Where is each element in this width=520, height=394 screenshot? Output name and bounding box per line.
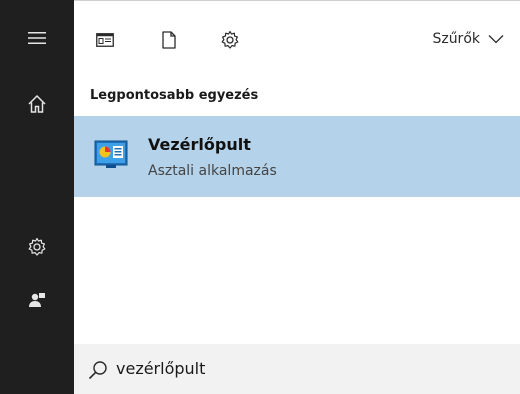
filter-toolbar: Szűrők (74, 0, 520, 78)
result-title: Vezérlőpult (148, 135, 251, 154)
left-rail (0, 0, 74, 394)
search-results-panel: Szűrők Legpontosabb egyezés Vezérlőpult … (74, 0, 520, 394)
menu-button[interactable] (0, 13, 74, 63)
menu-icon (28, 32, 46, 44)
filters-label: Szűrők (432, 31, 480, 47)
web-settings-icon (221, 30, 239, 49)
documents-filter-button[interactable] (154, 25, 184, 55)
home-icon (28, 94, 46, 113)
control-panel-icon (94, 140, 128, 168)
settings-button[interactable] (0, 222, 74, 272)
settings-icon (28, 237, 46, 256)
apps-icon (96, 33, 114, 47)
user-icon (29, 293, 45, 307)
user-button[interactable] (0, 275, 74, 325)
home-button[interactable] (0, 79, 74, 129)
chevron-down-icon (488, 35, 504, 44)
search-input[interactable]: vezérlőpult (116, 359, 205, 378)
search-box[interactable]: vezérlőpult (74, 344, 520, 394)
documents-icon (162, 31, 176, 49)
filters-dropdown[interactable]: Szűrők (432, 31, 504, 47)
apps-filter-button[interactable] (90, 25, 120, 55)
result-subtitle: Asztali alkalmazás (148, 163, 277, 179)
start-search-panel: Szűrők Legpontosabb egyezés Vezérlőpult … (0, 0, 520, 394)
best-match-heading: Legpontosabb egyezés (90, 88, 259, 103)
search-icon (88, 361, 107, 380)
web-filter-button[interactable] (215, 25, 245, 55)
best-match-result[interactable]: Vezérlőpult Asztali alkalmazás (74, 116, 520, 197)
